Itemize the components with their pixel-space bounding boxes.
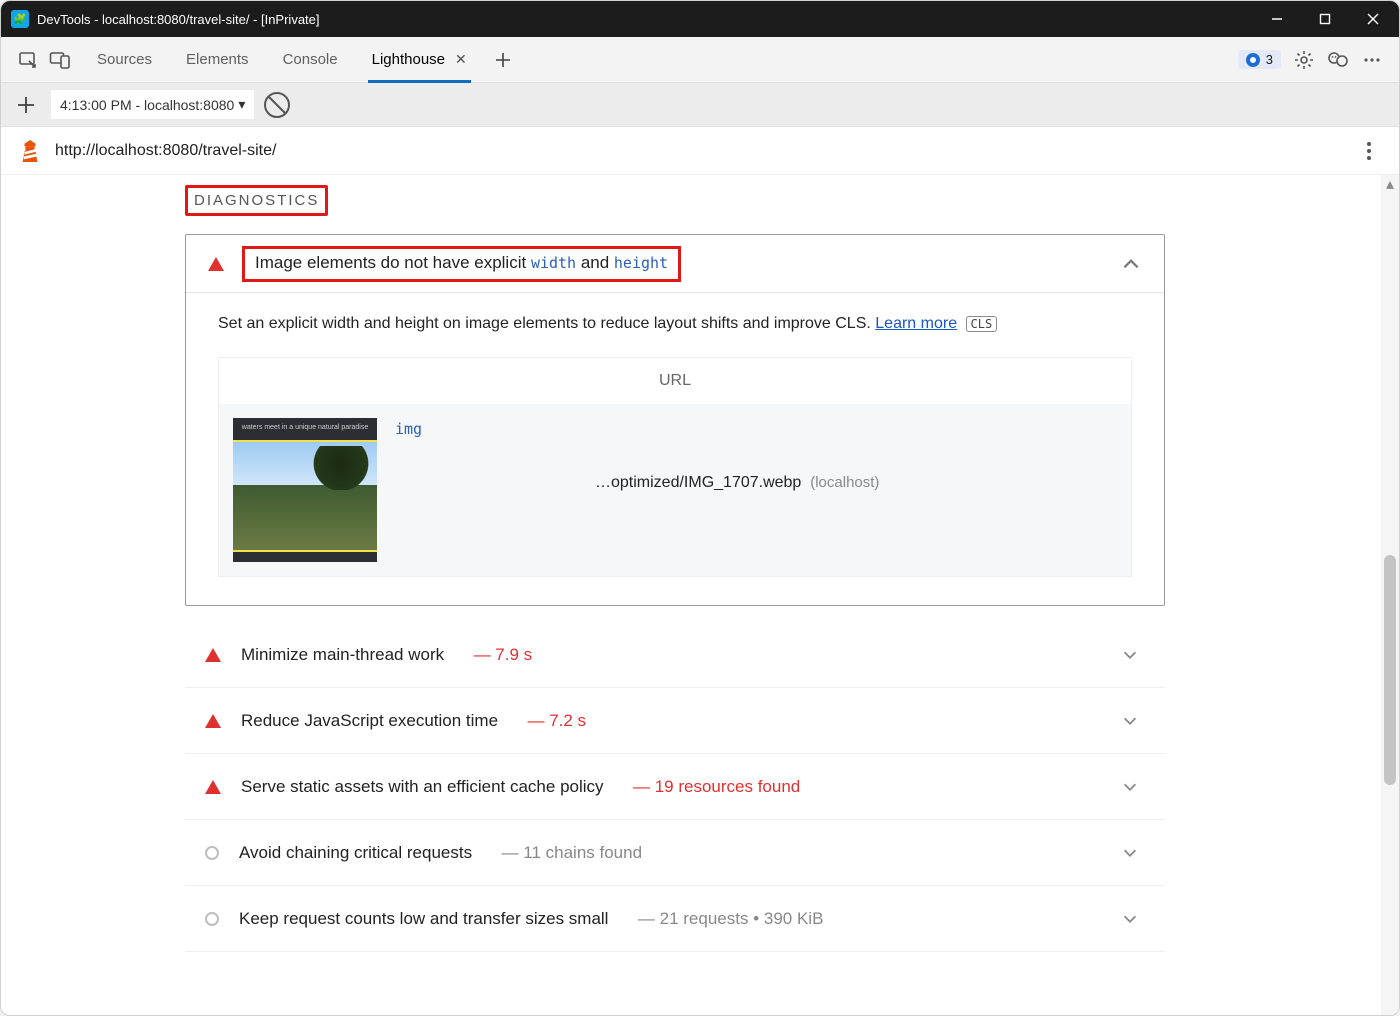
- devtools-window: 🧩 DevTools - localhost:8080/travel-site/…: [0, 0, 1400, 1016]
- audit-list: Minimize main-thread work — 7.9 sReduce …: [185, 622, 1165, 952]
- chevron-down-icon: [1121, 646, 1139, 664]
- resource-path: …optimized/IMG_1707.webp (localhost): [395, 474, 1117, 492]
- chevron-up-icon: [1120, 253, 1142, 275]
- learn-more-link[interactable]: Learn more: [875, 315, 957, 332]
- tab-console[interactable]: Console: [267, 37, 354, 83]
- element-tag: img: [395, 420, 1117, 438]
- issues-count: 3: [1266, 52, 1273, 67]
- chevron-down-icon: [1121, 844, 1139, 862]
- dropdown-icon: ▾: [238, 96, 245, 113]
- section-diagnostics: DIAGNOSTICS: [185, 185, 328, 216]
- tab-lighthouse[interactable]: Lighthouse ✕: [356, 37, 483, 83]
- thumbnail: waters meet in a unique natural paradise: [233, 418, 377, 562]
- lighthouse-toolbar: 4:13:00 PM - localhost:8080 ▾: [1, 83, 1399, 127]
- maximize-button[interactable]: [1301, 1, 1349, 37]
- audit-url-table: URL waters meet in a unique natural para…: [218, 357, 1132, 577]
- add-tab-button[interactable]: [485, 42, 521, 78]
- close-icon[interactable]: ✕: [455, 51, 467, 68]
- app-icon: 🧩: [11, 10, 29, 28]
- device-toggle-icon[interactable]: [49, 49, 71, 71]
- more-icon[interactable]: [1361, 49, 1383, 71]
- tab-label: Elements: [186, 51, 249, 68]
- warning-icon: [208, 257, 224, 271]
- audit-row[interactable]: Minimize main-thread work — 7.9 s: [185, 622, 1165, 688]
- inspect-icon[interactable]: [17, 49, 39, 71]
- report-viewport: DIAGNOSTICS Image elements do not have e…: [1, 175, 1399, 1015]
- feedback-icon[interactable]: [1327, 49, 1349, 71]
- tab-label: Lighthouse: [372, 51, 445, 68]
- new-report-button[interactable]: [11, 96, 41, 114]
- report-selector-label: 4:13:00 PM - localhost:8080: [60, 97, 234, 113]
- tab-label: Sources: [97, 51, 152, 68]
- scroll-up-icon[interactable]: ▴: [1381, 175, 1399, 193]
- audit-label: Avoid chaining critical requests: [239, 843, 472, 863]
- audit-expanded-panel: Image elements do not have explicit widt…: [185, 234, 1165, 606]
- audit-row[interactable]: Reduce JavaScript execution time — 7.2 s: [185, 688, 1165, 754]
- audit-description: Set an explicit width and height on imag…: [218, 315, 1132, 333]
- warning-icon: [205, 780, 221, 794]
- close-button[interactable]: [1349, 1, 1397, 37]
- audit-metric: — 7.2 s: [518, 711, 586, 731]
- audit-body: Set an explicit width and height on imag…: [186, 293, 1164, 605]
- issues-pill[interactable]: 3: [1238, 50, 1281, 69]
- report-url-row: http://localhost:8080/travel-site/: [1, 127, 1399, 175]
- info-icon: [205, 846, 219, 860]
- audit-header[interactable]: Image elements do not have explicit widt…: [186, 235, 1164, 293]
- warning-icon: [205, 714, 221, 728]
- minimize-button[interactable]: [1253, 1, 1301, 37]
- cls-badge: CLS: [966, 316, 998, 332]
- chevron-down-icon: [1121, 712, 1139, 730]
- audit-row[interactable]: Keep request counts low and transfer siz…: [185, 886, 1165, 952]
- audit-metric: — 7.9 s: [464, 645, 532, 665]
- chevron-down-icon: [1121, 910, 1139, 928]
- audit-row[interactable]: Serve static assets with an efficient ca…: [185, 754, 1165, 820]
- audit-label: Reduce JavaScript execution time: [241, 711, 498, 731]
- tab-strip: Sources Elements Console Lighthouse ✕ 3: [1, 37, 1399, 83]
- table-row: waters meet in a unique natural paradise…: [219, 404, 1131, 576]
- page-url: http://localhost:8080/travel-site/: [55, 142, 276, 160]
- audit-metric: — 11 chains found: [492, 843, 642, 863]
- issue-dot-icon: [1246, 53, 1260, 67]
- tab-label: Console: [283, 51, 338, 68]
- report-menu-button[interactable]: [1357, 142, 1381, 160]
- audit-metric: — 21 requests • 390 KiB: [628, 909, 823, 929]
- window-title: DevTools - localhost:8080/travel-site/ -…: [37, 12, 320, 27]
- lighthouse-icon: [19, 139, 41, 163]
- audit-title: Image elements do not have explicit widt…: [242, 246, 681, 282]
- titlebar: 🧩 DevTools - localhost:8080/travel-site/…: [1, 1, 1399, 37]
- warning-icon: [205, 648, 221, 662]
- chevron-down-icon: [1121, 778, 1139, 796]
- clear-report-button[interactable]: [264, 92, 290, 118]
- scroll-thumb[interactable]: [1384, 555, 1396, 785]
- audit-label: Keep request counts low and transfer siz…: [239, 909, 608, 929]
- info-icon: [205, 912, 219, 926]
- table-header: URL: [219, 358, 1131, 404]
- report-selector[interactable]: 4:13:00 PM - localhost:8080 ▾: [51, 90, 254, 119]
- settings-icon[interactable]: [1293, 49, 1315, 71]
- audit-label: Serve static assets with an efficient ca…: [241, 777, 604, 797]
- audit-label: Minimize main-thread work: [241, 645, 444, 665]
- audit-metric: — 19 resources found: [624, 777, 801, 797]
- tab-sources[interactable]: Sources: [81, 37, 168, 83]
- audit-row[interactable]: Avoid chaining critical requests — 11 ch…: [185, 820, 1165, 886]
- scrollbar[interactable]: ▴: [1381, 175, 1399, 1015]
- tab-elements[interactable]: Elements: [170, 37, 265, 83]
